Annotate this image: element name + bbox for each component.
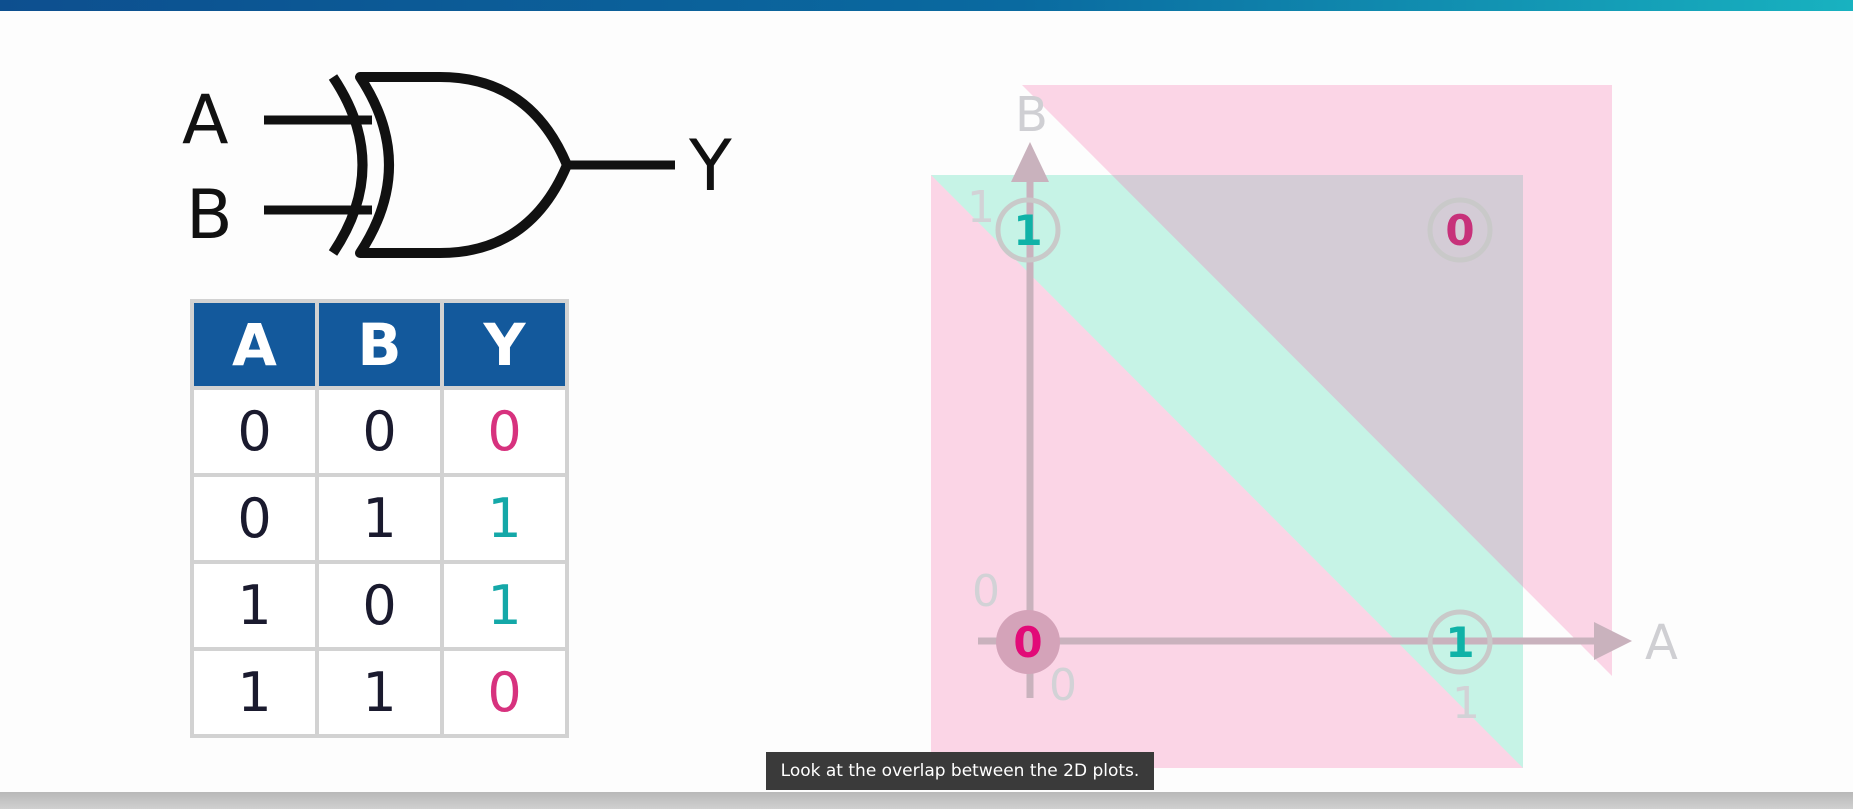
cell-y: 1: [444, 477, 565, 560]
table-row: 0 1 1: [194, 477, 565, 560]
y-axis-arrow-icon: [1011, 142, 1049, 182]
point-0-1-value: 1: [1013, 206, 1042, 255]
cell-a: 0: [194, 390, 315, 473]
x-axis-arrow-icon: [1594, 622, 1632, 660]
player-control-bar[interactable]: [0, 792, 1853, 809]
cell-y: 0: [444, 390, 565, 473]
xor-gate-diagram: A B Y: [182, 72, 732, 258]
decision-region-plot: A B 0 1 0 1 0 1 1 0: [931, 85, 1678, 768]
cell-y: 0: [444, 651, 565, 734]
gate-output-label: Y: [688, 125, 732, 207]
cell-b: 1: [319, 651, 440, 734]
point-1-0-value: 1: [1445, 618, 1474, 667]
gate-input-a-label: A: [182, 81, 229, 160]
gate-body: [355, 72, 572, 258]
point-0-0: 0: [996, 610, 1060, 674]
y-tick-1: 1: [967, 182, 995, 233]
cell-a: 0: [194, 477, 315, 560]
truth-table-header-row: A B Y: [194, 303, 565, 386]
x-tick-0: 0: [1049, 660, 1077, 711]
table-row: 1 1 0: [194, 651, 565, 734]
top-progress-bar: [0, 0, 1853, 11]
cell-y: 1: [444, 564, 565, 647]
cell-a: 1: [194, 651, 315, 734]
header-a: A: [194, 303, 315, 386]
table-row: 1 0 1: [194, 564, 565, 647]
cell-b: 1: [319, 477, 440, 560]
y-tick-0: 0: [972, 566, 1000, 617]
gate-input-b-label: B: [186, 176, 233, 255]
video-frame: A B Y A B Y 0 0 0 0 1 1 1 0 1 1 1 0 A B …: [0, 0, 1853, 809]
cell-b: 0: [319, 564, 440, 647]
x-tick-1: 1: [1452, 678, 1480, 729]
truth-table: A B Y 0 0 0 0 1 1 1 0 1 1 1 0: [190, 299, 569, 738]
point-1-1-value: 0: [1445, 206, 1474, 255]
point-0-0-value: 0: [1013, 618, 1042, 667]
gate-xor-extra-curve: [328, 74, 368, 256]
header-y: Y: [444, 303, 565, 386]
cell-b: 0: [319, 390, 440, 473]
x-axis-label: A: [1645, 615, 1678, 671]
header-b: B: [319, 303, 440, 386]
cell-a: 1: [194, 564, 315, 647]
subtitle-caption: Look at the overlap between the 2D plots…: [766, 752, 1154, 790]
table-row: 0 0 0: [194, 390, 565, 473]
y-axis-label: B: [1015, 87, 1048, 143]
